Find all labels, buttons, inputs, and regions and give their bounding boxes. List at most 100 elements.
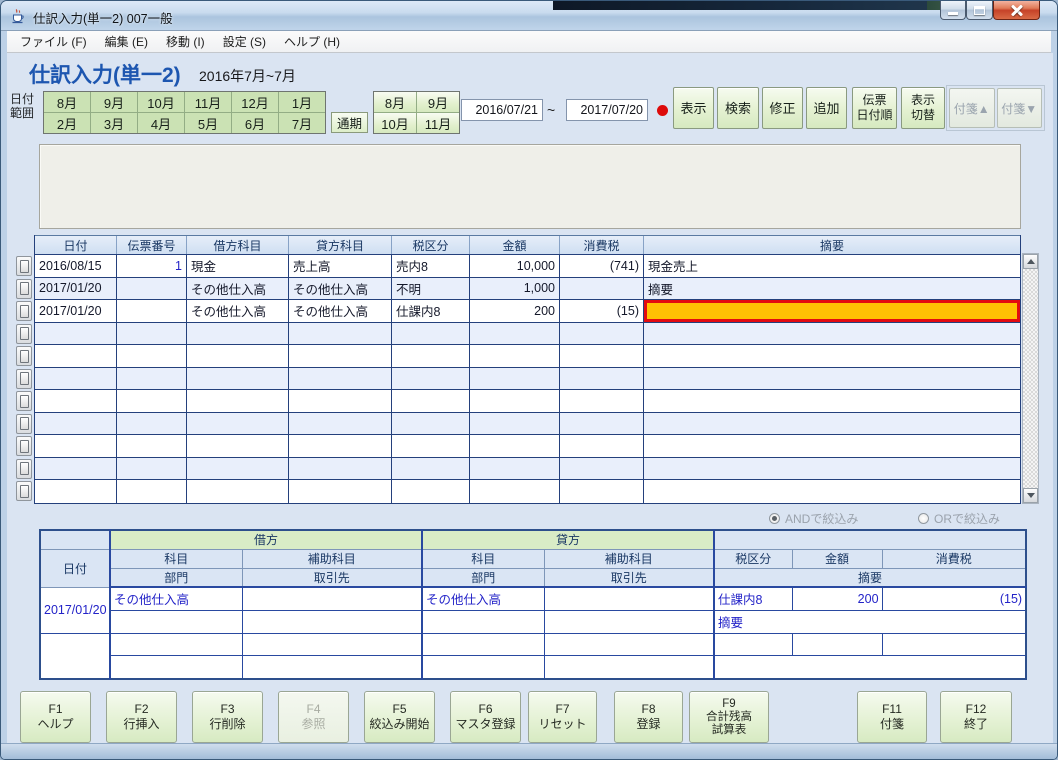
journal-cell[interactable] — [35, 323, 117, 345]
menu-settings[interactable]: 設定 (S) — [214, 31, 275, 52]
journal-cell[interactable] — [117, 413, 187, 435]
detail-cell-debit-department[interactable] — [110, 610, 242, 633]
month-button[interactable]: 2月 — [44, 113, 90, 133]
journal-cell[interactable]: その他仕入高 — [187, 300, 289, 322]
journal-cell[interactable] — [392, 458, 470, 480]
tag-up-button[interactable]: 付箋▲ — [949, 88, 995, 128]
journal-cell[interactable] — [560, 345, 644, 367]
journal-cell[interactable] — [560, 458, 644, 480]
journal-cell[interactable] — [289, 390, 392, 412]
row-handle-button[interactable] — [16, 391, 32, 411]
f3-delete-row-button[interactable]: F3行削除 — [192, 691, 263, 743]
detail-cell-credit-partner[interactable] — [544, 655, 714, 679]
menu-edit[interactable]: 編集 (E) — [96, 31, 157, 52]
scrollbar-down-button[interactable] — [1023, 488, 1038, 503]
journal-cell[interactable]: 2017/01/20 — [35, 278, 117, 300]
journal-cell[interactable] — [392, 390, 470, 412]
journal-cell[interactable] — [644, 368, 1020, 390]
journal-cell[interactable] — [187, 345, 289, 367]
journal-cell[interactable] — [392, 323, 470, 345]
display-button[interactable]: 表示 — [673, 87, 714, 129]
journal-cell[interactable]: 10,000 — [470, 255, 560, 277]
detail-cell-tax-class[interactable]: 仕課内8 — [714, 587, 792, 610]
detail-cell-amount[interactable] — [792, 633, 882, 655]
f5-filter-start-button[interactable]: F5絞込み開始 — [364, 691, 435, 743]
f7-reset-button[interactable]: F7リセット — [528, 691, 597, 743]
journal-cell[interactable] — [117, 345, 187, 367]
journal-cell[interactable] — [644, 345, 1020, 367]
journal-cell[interactable]: 売上高 — [289, 255, 392, 277]
journal-cell[interactable] — [392, 368, 470, 390]
journal-cell-active[interactable] — [644, 300, 1020, 322]
row-handle-button[interactable] — [16, 279, 32, 299]
detail-cell-date[interactable] — [40, 633, 110, 679]
journal-cell[interactable] — [560, 368, 644, 390]
month-button[interactable]: 9月 — [91, 92, 137, 112]
journal-cell[interactable] — [644, 435, 1020, 457]
journal-cell[interactable] — [187, 368, 289, 390]
month-button[interactable]: 9月 — [417, 92, 459, 112]
journal-cell[interactable] — [35, 480, 117, 503]
journal-cell[interactable] — [644, 390, 1020, 412]
detail-cell-tax-class[interactable] — [714, 633, 792, 655]
journal-cell[interactable]: その他仕入高 — [187, 278, 289, 300]
f4-reference-button[interactable]: F4参照 — [278, 691, 349, 743]
month-button[interactable]: 10月 — [374, 113, 416, 133]
close-button[interactable] — [993, 1, 1040, 20]
journal-cell[interactable] — [644, 480, 1020, 503]
detail-cell-amount[interactable]: 200 — [792, 587, 882, 610]
journal-cell[interactable]: (741) — [560, 255, 644, 277]
month-button[interactable]: 5月 — [185, 113, 231, 133]
journal-cell[interactable] — [35, 435, 117, 457]
journal-cell[interactable] — [117, 368, 187, 390]
journal-cell[interactable] — [187, 390, 289, 412]
scrollbar-up-button[interactable] — [1023, 254, 1038, 269]
journal-cell[interactable] — [187, 435, 289, 457]
journal-cell[interactable]: 200 — [470, 300, 560, 322]
journal-cell[interactable] — [470, 435, 560, 457]
journal-cell[interactable] — [470, 390, 560, 412]
journal-cell[interactable] — [289, 368, 392, 390]
search-button[interactable]: 検索 — [717, 87, 759, 129]
row-handle-button[interactable] — [16, 256, 32, 276]
journal-cell[interactable] — [187, 323, 289, 345]
month-button[interactable]: 10月 — [138, 92, 184, 112]
journal-cell[interactable] — [560, 413, 644, 435]
journal-cell[interactable] — [560, 390, 644, 412]
detail-cell-debit-subject[interactable] — [110, 633, 242, 655]
modify-button[interactable]: 修正 — [762, 87, 803, 129]
row-handle-button[interactable] — [16, 481, 32, 501]
detail-cell-credit-sub-subject[interactable] — [544, 633, 714, 655]
journal-cell[interactable] — [470, 323, 560, 345]
journal-cell[interactable] — [187, 458, 289, 480]
journal-cell[interactable]: 現金 — [187, 255, 289, 277]
journal-cell[interactable] — [35, 390, 117, 412]
detail-cell-tax[interactable]: (15) — [882, 587, 1026, 610]
journal-cell[interactable] — [470, 368, 560, 390]
f9-trial-balance-button[interactable]: F9 合計残高 試算表 — [689, 691, 769, 743]
journal-cell[interactable] — [560, 278, 644, 300]
f6-master-register-button[interactable]: F6マスタ登録 — [450, 691, 521, 743]
journal-cell[interactable] — [117, 435, 187, 457]
journal-cell[interactable] — [35, 458, 117, 480]
detail-cell-tax[interactable] — [882, 633, 1026, 655]
date-to-input[interactable] — [566, 99, 648, 121]
journal-cell[interactable] — [470, 458, 560, 480]
month-button[interactable]: 12月 — [232, 92, 278, 112]
journal-cell[interactable] — [470, 345, 560, 367]
detail-cell-memo[interactable] — [714, 655, 1026, 679]
row-handle-button[interactable] — [16, 436, 32, 456]
detail-cell-debit-sub-subject[interactable] — [242, 587, 422, 610]
journal-cell[interactable] — [289, 413, 392, 435]
month-button[interactable]: 7月 — [279, 113, 325, 133]
menu-move[interactable]: 移動 (I) — [157, 31, 214, 52]
journal-cell[interactable]: 1,000 — [470, 278, 560, 300]
journal-cell[interactable] — [35, 413, 117, 435]
f8-register-button[interactable]: F8登録 — [614, 691, 683, 743]
month-button[interactable]: 8月 — [374, 92, 416, 112]
row-handle-button[interactable] — [16, 414, 32, 434]
row-handle-button[interactable] — [16, 346, 32, 366]
journal-cell[interactable] — [117, 300, 187, 322]
view-toggle-button[interactable]: 表示 切替 — [901, 87, 945, 129]
journal-cell[interactable] — [392, 435, 470, 457]
